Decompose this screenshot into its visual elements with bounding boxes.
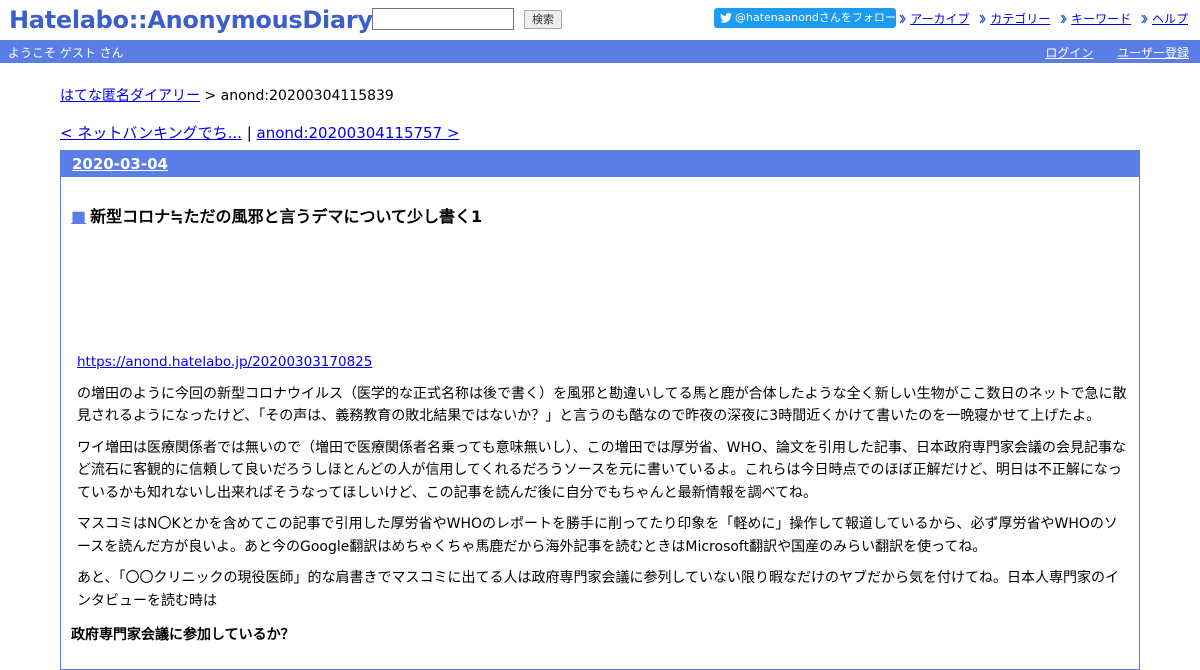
source-link[interactable]: https://anond.hatelabo.jp/20200303170825 [77, 354, 372, 370]
section-date-header: 2020-03-04 [61, 151, 1139, 177]
next-entry-link[interactable]: anond:20200304115757 > [257, 124, 460, 142]
breadcrumb: はてな匿名ダイアリー > anond:20200304115839 [60, 85, 394, 105]
paragraph: あと、「〇〇クリニックの現役医師」的な肩書きでマスコミに出てる人は政府専門家会議… [77, 570, 1120, 609]
arrow-marker-icon [1060, 14, 1067, 24]
header-nav: アーカイブ カテゴリー キーワード ヘルプ [893, 10, 1188, 27]
pager-separator: | [241, 124, 257, 142]
breadcrumb-separator: > [200, 88, 221, 104]
entry-title-text: 新型コロナ≒ただの風邪と言うデマについて少し書く1 [90, 207, 483, 226]
breadcrumb-home-link[interactable]: はてな匿名ダイアリー [60, 88, 200, 104]
entry-body: https://anond.hatelabo.jp/20200303170825… [77, 351, 1129, 621]
nav-keyword-link[interactable]: キーワード [1071, 12, 1131, 26]
follow-label: @hatenaanondさんをフォロー [735, 11, 896, 24]
subheading: 政府専門家会議に参加しているか？ [71, 627, 295, 643]
entry-pager: < ネットバンキングでち... | anond:20200304115757 > [60, 122, 459, 143]
user-bar: ようこそ ゲスト さん ログイン ユーザー登録 [0, 40, 1200, 63]
site-header: Hatelabo::AnonymousDiary 検索 @hatenaanond… [0, 0, 1200, 40]
twitter-follow-button[interactable]: @hatenaanondさんをフォロー [714, 8, 896, 28]
entry-section: 2020-03-04 ■ 新型コロナ≒ただの風邪と言うデマについて少し書く1 ht… [60, 150, 1140, 670]
login-link[interactable]: ログイン [1045, 46, 1093, 60]
breadcrumb-current: anond:20200304115839 [220, 88, 394, 104]
nav-category-link[interactable]: カテゴリー [990, 12, 1050, 26]
welcome-text: ようこそ ゲスト さん [8, 46, 124, 60]
arrow-marker-icon [979, 14, 987, 24]
register-link[interactable]: ユーザー登録 [1117, 46, 1189, 60]
date-link[interactable]: 2020-03-04 [72, 155, 168, 173]
paragraph: マスコミはN〇Kとかを含めてこの記事で引用した厚労省やWHOのレポートを勝手に削… [77, 516, 1118, 555]
arrow-marker-icon [1141, 14, 1148, 24]
arrow-marker-icon [899, 14, 906, 24]
twitter-bird-icon [720, 13, 732, 23]
search-input[interactable] [372, 8, 514, 30]
paragraph: の増田のように今回の新型コロナウイルス（医学的な正式名称は後で書く）を風邪と勘違… [77, 385, 1127, 425]
site-logo[interactable]: Hatelabo::AnonymousDiary [9, 5, 373, 35]
nav-archive-link[interactable]: アーカイブ [910, 12, 969, 26]
nav-help-link[interactable]: ヘルプ [1152, 12, 1188, 26]
entry-title: ■ 新型コロナ≒ただの風邪と言うデマについて少し書く1 [71, 203, 482, 227]
paragraph: ワイ増田は医療関係者では無いので（増田で医療関係者名乗っても意味無いし）、この増… [77, 439, 1126, 501]
permalink-square-icon[interactable]: ■ [71, 207, 86, 226]
search-button[interactable]: 検索 [524, 10, 562, 29]
prev-entry-link[interactable]: < ネットバンキングでち... [60, 124, 242, 142]
account-links: ログイン ユーザー登録 [1025, 44, 1189, 61]
